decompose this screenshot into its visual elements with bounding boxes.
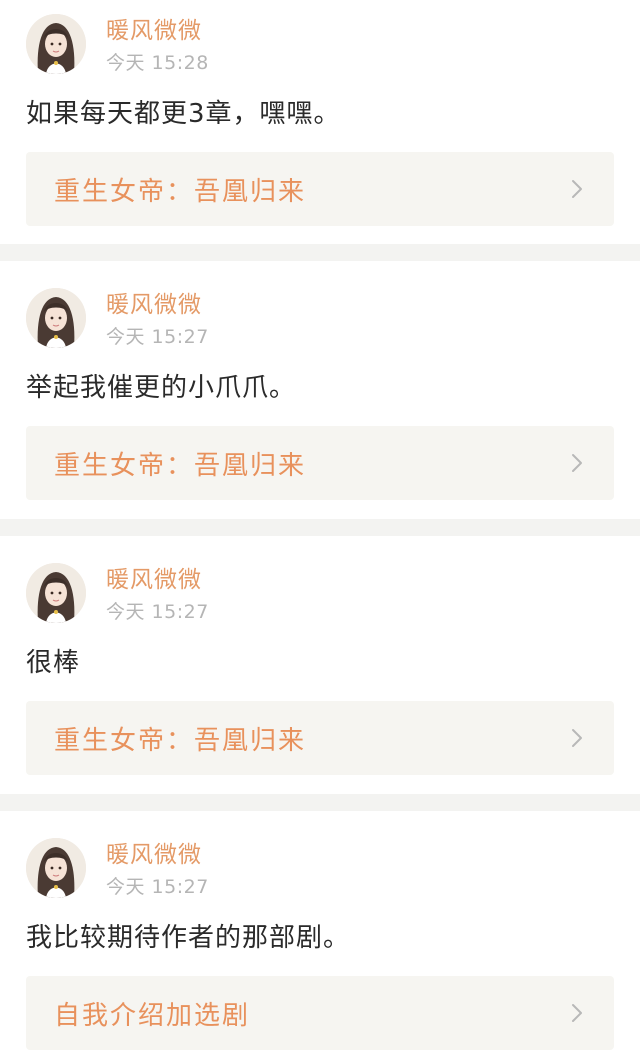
comment-item: 暖风微微 今天 15:28 如果每天都更3章，嘿嘿。 重生女帝：吾凰归来 [0,0,640,244]
chevron-right-icon [566,178,588,200]
timestamp: 今天 15:27 [106,601,209,623]
book-title: 重生女帝：吾凰归来 [54,176,307,207]
comment-text: 举起我催更的小爪爪。 [26,373,297,403]
timestamp: 今天 15:27 [106,876,209,898]
comment-meta: 暖风微微 今天 15:27 [106,838,209,900]
book-title: 重生女帝：吾凰归来 [54,450,307,481]
avatar-icon[interactable] [26,563,86,623]
comment-header: 暖风微微 今天 15:27 [26,536,614,625]
avatar-icon[interactable] [26,838,86,898]
book-link-card[interactable]: 重生女帝：吾凰归来 [26,701,614,775]
comment-header: 暖风微微 今天 15:28 [26,0,614,76]
book-link-card[interactable]: 重生女帝：吾凰归来 [26,426,614,500]
chevron-right-icon [566,452,588,474]
comment-item: 暖风微微 今天 15:27 我比较期待作者的那部剧。 自我介绍加选剧 [0,811,640,1062]
comment-text: 如果每天都更3章，嘿嘿。 [26,99,341,129]
comment-header: 暖风微微 今天 15:27 [26,811,614,900]
book-link-card[interactable]: 重生女帝：吾凰归来 [26,152,614,226]
comment-meta: 暖风微微 今天 15:27 [106,288,209,350]
comment-meta: 暖风微微 今天 15:27 [106,563,209,625]
chevron-right-icon [566,727,588,749]
username[interactable]: 暖风微微 [106,290,209,320]
comment-item: 暖风微微 今天 15:27 举起我催更的小爪爪。 重生女帝：吾凰归来 [0,261,640,519]
comment-text: 我比较期待作者的那部剧。 [26,923,351,953]
avatar-icon[interactable] [26,14,86,74]
comment-feed: 暖风微微 今天 15:28 如果每天都更3章，嘿嘿。 重生女帝：吾凰归来 暖风微… [0,0,640,1062]
book-title: 自我介绍加选剧 [54,1000,251,1031]
comment-item: 暖风微微 今天 15:27 很棒 重生女帝：吾凰归来 [0,536,640,794]
book-link-card[interactable]: 自我介绍加选剧 [26,976,614,1050]
timestamp: 今天 15:27 [106,326,209,348]
chevron-right-icon [566,1002,588,1024]
timestamp: 今天 15:28 [106,52,209,74]
username[interactable]: 暖风微微 [106,840,209,870]
comment-text: 很棒 [26,648,81,678]
avatar-icon[interactable] [26,288,86,348]
username[interactable]: 暖风微微 [106,565,209,595]
username[interactable]: 暖风微微 [106,16,209,46]
book-title: 重生女帝：吾凰归来 [54,725,307,756]
comment-header: 暖风微微 今天 15:27 [26,261,614,350]
comment-meta: 暖风微微 今天 15:28 [106,14,209,76]
